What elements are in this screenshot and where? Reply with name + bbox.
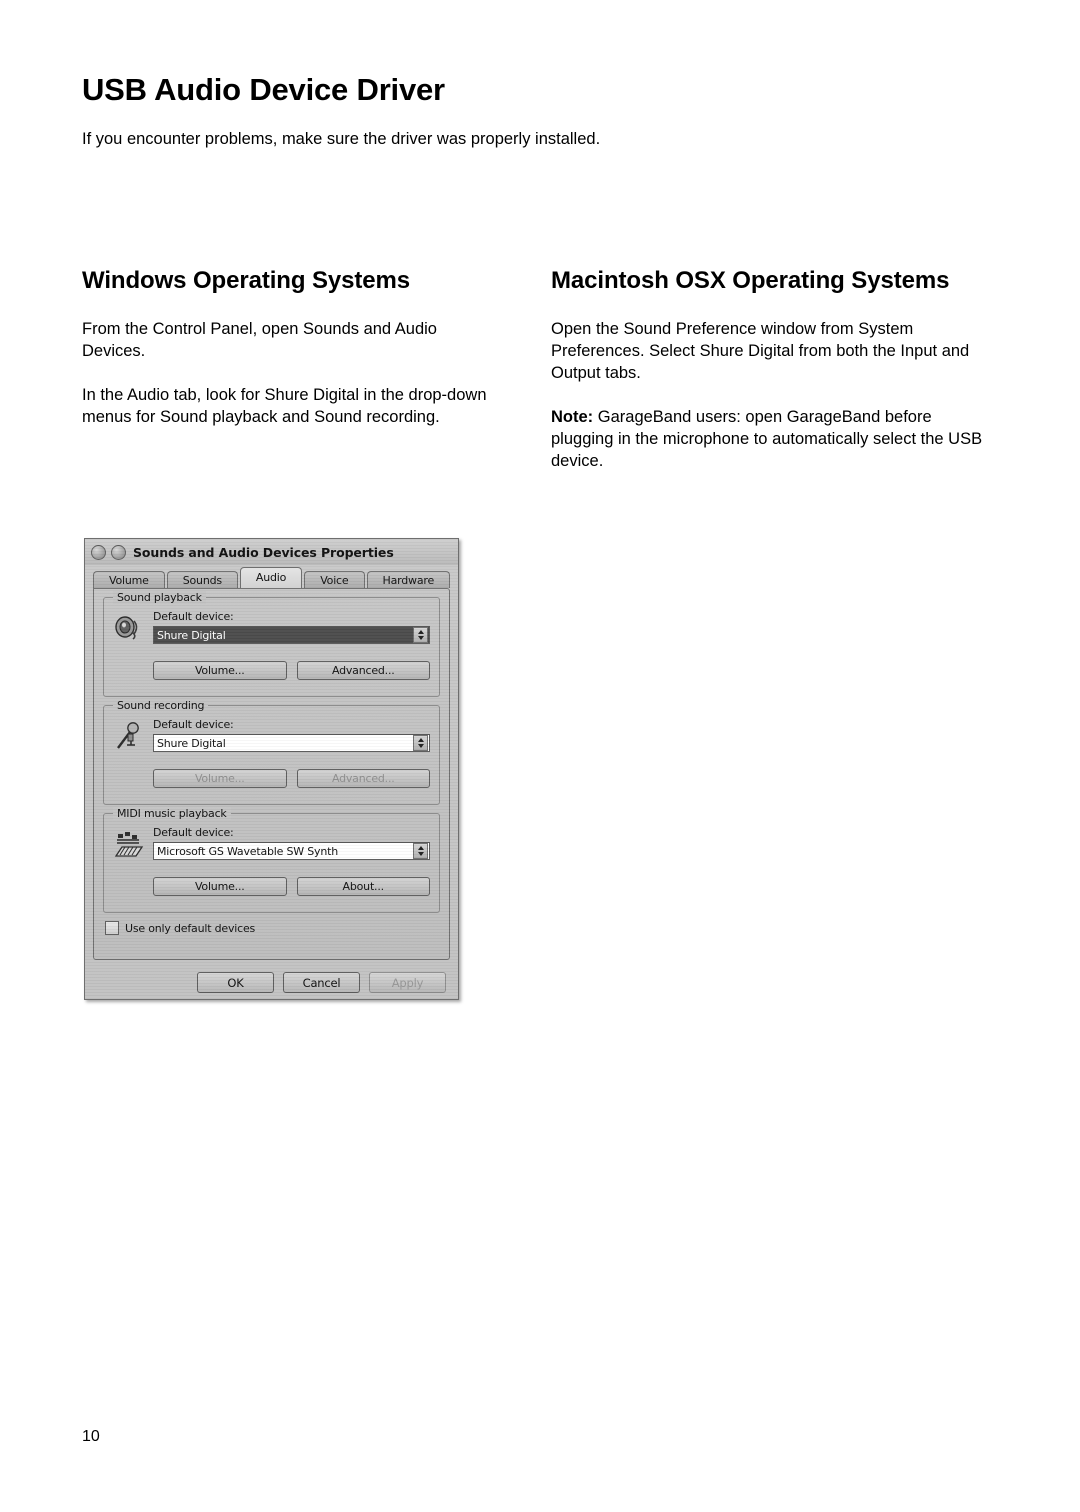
sound-recording-device-label: Default device: (153, 718, 234, 731)
midi-device-value: Microsoft GS Wavetable SW Synth (157, 844, 339, 858)
window-close-icon[interactable] (91, 544, 106, 560)
midi-about-button[interactable]: About... (296, 877, 430, 896)
windows-heading: Windows Operating Systems (82, 267, 411, 294)
sound-recording-device-combo[interactable]: Shure Digital (153, 734, 430, 752)
apply-button[interactable]: Apply (369, 972, 446, 993)
chevron-down-icon[interactable] (413, 627, 428, 643)
windows-column: Windows Operating Systems From the Contr… (82, 266, 502, 428)
intro-paragraph: If you encounter problems, make sure the… (82, 130, 601, 148)
sound-recording-volume-button[interactable]: Volume... (153, 769, 287, 788)
dialog-footer: OK Cancel Apply (85, 972, 458, 993)
note-body: GarageBand users: open GarageBand before… (551, 408, 983, 470)
sound-playback-volume-button[interactable]: Volume... (153, 661, 287, 680)
macintosh-heading: Macintosh OSX Operating Systems (551, 267, 950, 294)
midi-music-playback-group-title: MIDI music playback (113, 807, 231, 820)
dialog-tabstrip: Volume Sounds Audio Voice Hardware (93, 566, 451, 588)
windows-paragraph-2: In the Audio tab, look for Shure Digital… (82, 386, 487, 426)
sound-recording-group-title: Sound recording (113, 699, 209, 712)
windows-paragraph-1: From the Control Panel, open Sounds and … (82, 320, 437, 360)
sound-playback-device-label: Default device: (153, 610, 234, 623)
tab-hardware[interactable]: Hardware (366, 571, 451, 588)
midi-volume-button[interactable]: Volume... (153, 877, 287, 896)
ok-button[interactable]: OK (197, 972, 274, 993)
sound-playback-group-title: Sound playback (113, 591, 206, 604)
sound-playback-group: Sound playback Default device: Shure Dig… (103, 591, 440, 697)
speaker-icon (113, 612, 145, 652)
microphone-icon (113, 720, 145, 760)
audio-tab-page: Sound playback Default device: Shure Dig… (93, 588, 450, 960)
note-label: Note: (551, 408, 594, 426)
midi-keyboard-icon (113, 828, 145, 868)
use-only-default-devices-row[interactable]: Use only default devices (103, 921, 440, 935)
use-only-default-devices-checkbox[interactable] (105, 921, 119, 935)
sound-playback-device-combo[interactable]: Shure Digital (153, 626, 430, 644)
chevron-down-icon[interactable] (413, 735, 428, 751)
chevron-down-icon[interactable] (413, 843, 428, 859)
page-title: USB Audio Device Driver (82, 72, 445, 107)
use-only-default-devices-label: Use only default devices (125, 921, 256, 935)
sounds-and-audio-devices-dialog-figure: Sounds and Audio Devices Properties Volu… (84, 538, 459, 1000)
window-minimize-icon[interactable] (111, 544, 126, 560)
midi-device-label: Default device: (153, 826, 234, 839)
page-number: 10 (82, 1428, 100, 1445)
sound-playback-device-value: Shure Digital (157, 628, 226, 642)
tab-sounds[interactable]: Sounds (166, 571, 238, 588)
midi-device-combo[interactable]: Microsoft GS Wavetable SW Synth (153, 842, 430, 860)
midi-music-playback-group: MIDI music playback Default device: Micr… (103, 807, 440, 913)
tab-volume[interactable]: Volume (93, 571, 165, 588)
sound-recording-device-value: Shure Digital (157, 736, 226, 750)
macintosh-note: Note: GarageBand users: open GarageBand … (551, 406, 991, 472)
tab-audio[interactable]: Audio (239, 567, 303, 588)
sound-recording-group: Sound recording Default device: Shure Di… (103, 699, 440, 805)
macintosh-column: Macintosh OSX Operating Systems Open the… (551, 266, 991, 472)
sound-recording-advanced-button[interactable]: Advanced... (296, 769, 430, 788)
sound-playback-advanced-button[interactable]: Advanced... (296, 661, 430, 680)
dialog-titlebar: Sounds and Audio Devices Properties (85, 539, 458, 565)
macintosh-paragraph-1: Open the Sound Preference window from Sy… (551, 320, 970, 382)
cancel-button[interactable]: Cancel (283, 972, 360, 993)
tab-voice[interactable]: Voice (304, 571, 365, 588)
dialog-title: Sounds and Audio Devices Properties (133, 544, 394, 560)
